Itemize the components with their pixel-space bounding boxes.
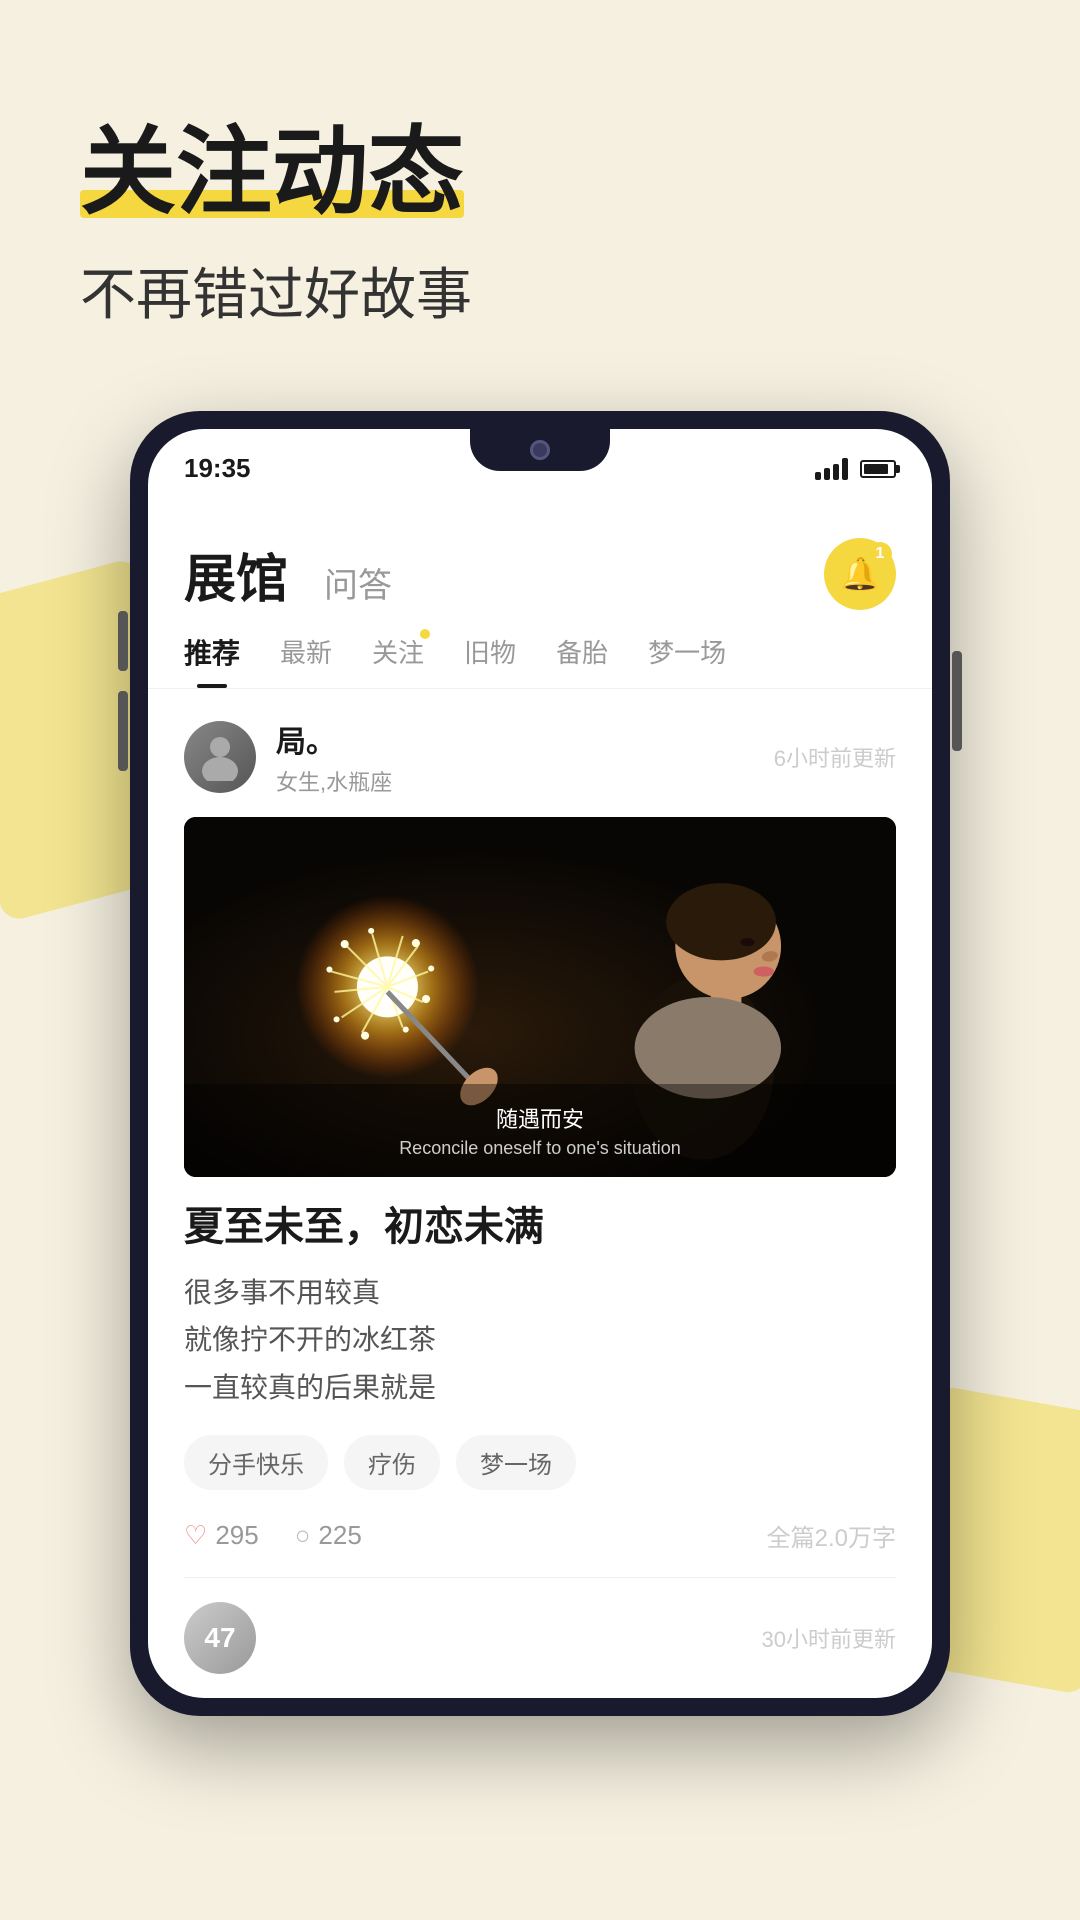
camera-dot <box>530 440 550 460</box>
comments-count: 225 <box>318 1520 361 1551</box>
excerpt-line-1: 很多事不用较真 <box>184 1269 896 1317</box>
status-bar: 19:35 <box>148 429 932 509</box>
post-author-row: 局。 女生,水瓶座 6小时前更新 <box>184 717 896 797</box>
comment-icon: ○ <box>295 1520 311 1551</box>
author-name: 局。 <box>276 717 392 761</box>
signal-icon <box>815 458 848 480</box>
page-title: 关注动态 <box>80 120 464 226</box>
app-screen: 展馆 问答 🔔 1 推荐 最新 <box>148 509 932 1699</box>
battery-fill <box>864 464 888 474</box>
app-nav-left: 展馆 问答 <box>184 537 392 612</box>
post-footer: ♡ 295 ○ 225 全篇2.0万字 <box>184 1518 896 1578</box>
tag-healing[interactable]: 疗伤 <box>344 1435 440 1490</box>
volume-up-button <box>118 611 128 671</box>
phone-container: 19:35 <box>0 411 1080 1717</box>
phone-notch <box>470 429 610 471</box>
volume-down-button <box>118 691 128 771</box>
header-section: 关注动态 不再错过好故事 <box>0 0 1080 391</box>
likes-stat[interactable]: ♡ 295 <box>184 1520 259 1551</box>
tab-spare[interactable]: 备胎 <box>556 633 608 686</box>
likes-count: 295 <box>215 1520 258 1551</box>
post-title: 夏至未至，初恋未满 <box>184 1201 896 1253</box>
status-time: 19:35 <box>184 453 251 484</box>
post-image[interactable]: 随遇而安 Reconcile oneself to one's situatio… <box>184 817 896 1177</box>
post-time: 6小时前更新 <box>774 741 896 773</box>
tag-dream[interactable]: 梦一场 <box>456 1435 576 1490</box>
author-meta: 女生,水瓶座 <box>276 765 392 797</box>
page-subtitle: 不再错过好故事 <box>80 250 1000 331</box>
app-sub-title: 问答 <box>324 558 392 607</box>
tag-breakup[interactable]: 分手快乐 <box>184 1435 328 1490</box>
app-main-title: 展馆 <box>184 537 288 612</box>
second-post-preview[interactable]: 47 30小时前更新 <box>148 1578 932 1698</box>
excerpt-line-3: 一直较真的后果就是 <box>184 1364 896 1412</box>
author-avatar[interactable] <box>184 721 256 793</box>
app-header: 展馆 问答 🔔 1 <box>148 509 932 612</box>
post-card-1: 局。 女生,水瓶座 6小时前更新 <box>148 689 932 1579</box>
tab-recommended[interactable]: 推荐 <box>184 632 240 688</box>
phone-frame: 19:35 <box>148 429 932 1699</box>
status-right-icons <box>815 458 896 480</box>
post-stats: ♡ 295 ○ 225 <box>184 1520 362 1551</box>
word-count: 全篇2.0万字 <box>767 1518 896 1553</box>
tab-latest[interactable]: 最新 <box>280 633 332 686</box>
post-image-caption: 随遇而安 Reconcile oneself to one's situatio… <box>184 1084 896 1177</box>
caption-english: Reconcile oneself to one's situation <box>202 1138 878 1159</box>
author-left: 局。 女生,水瓶座 <box>184 717 392 797</box>
tab-oldthings[interactable]: 旧物 <box>464 633 516 686</box>
notification-button[interactable]: 🔔 1 <box>824 538 896 610</box>
author-info: 局。 女生,水瓶座 <box>276 717 392 797</box>
tab-dream[interactable]: 梦一场 <box>648 633 726 686</box>
tab-following[interactable]: 关注 <box>372 633 424 686</box>
phone-mockup: 19:35 <box>130 411 950 1717</box>
excerpt-line-2: 就像拧不开的冰红茶 <box>184 1316 896 1364</box>
heart-icon: ♡ <box>184 1520 207 1551</box>
power-button <box>952 651 962 751</box>
post-excerpt: 很多事不用较真 就像拧不开的冰红茶 一直较真的后果就是 <box>184 1269 896 1412</box>
tab-bar: 推荐 最新 关注 旧物 备胎 梦一 <box>148 612 932 689</box>
notification-badge: 1 <box>868 542 892 566</box>
title-text: 关注动态 <box>80 119 464 226</box>
battery-icon <box>860 460 896 478</box>
avatar-icon <box>200 733 240 781</box>
caption-chinese: 随遇而安 <box>202 1102 878 1134</box>
second-post-time: 30小时前更新 <box>762 1622 896 1654</box>
post-tags: 分手快乐 疗伤 梦一场 <box>184 1435 896 1490</box>
second-post-avatar: 47 <box>184 1602 256 1674</box>
tab-dot <box>420 629 430 639</box>
comments-stat[interactable]: ○ 225 <box>295 1520 362 1551</box>
